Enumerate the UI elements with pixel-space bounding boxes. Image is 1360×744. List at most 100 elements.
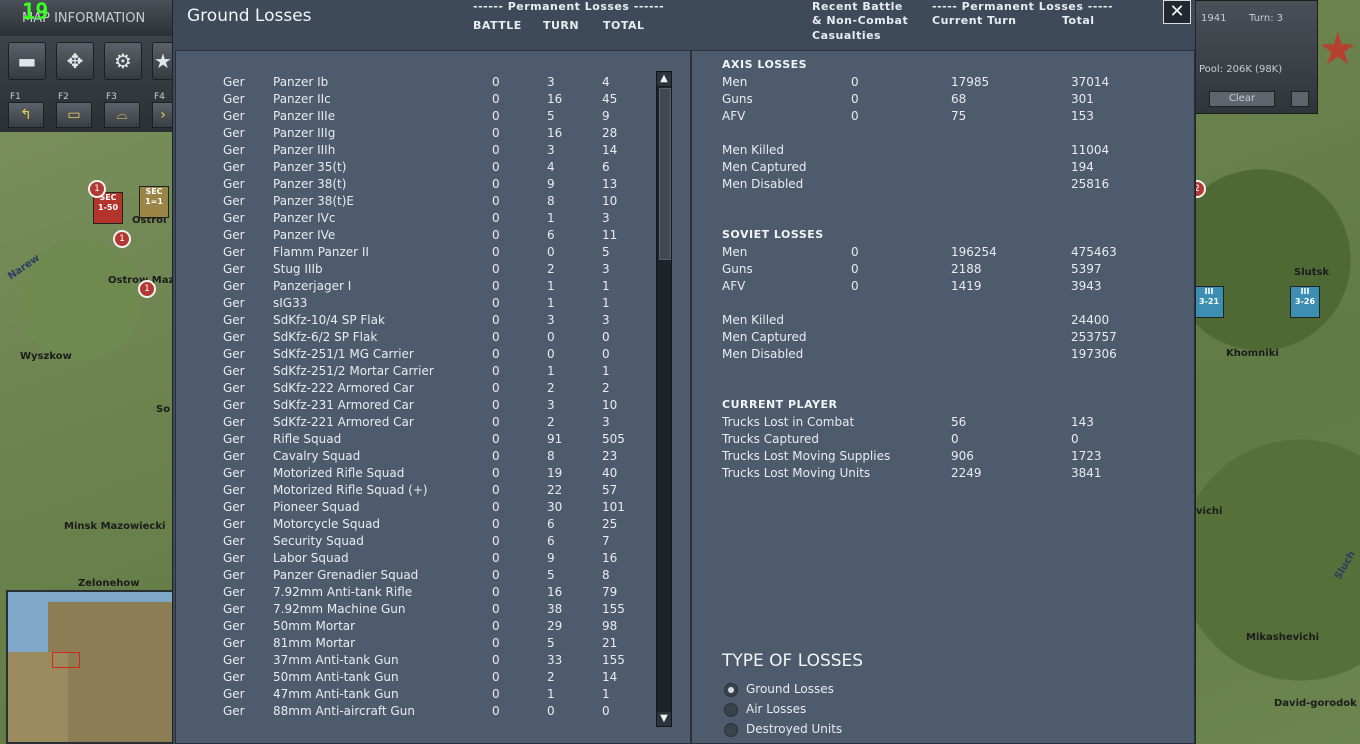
total-cell: 7 [602, 534, 610, 548]
turn-cell: 8 [547, 194, 555, 208]
total-cell: 98 [602, 619, 618, 633]
soviet-star-icon: ★ [1318, 24, 1358, 75]
gear-icon[interactable]: ⚙ [104, 42, 142, 80]
equipment-name-cell: Cavalry Squad [273, 449, 361, 463]
radio-icon[interactable] [724, 703, 738, 717]
map-unit[interactable]: SEC 1=1 [139, 186, 169, 218]
turn-cell: 2 [547, 670, 555, 684]
battle-cell: 0 [492, 177, 500, 191]
total-cell: 101 [602, 500, 625, 514]
radio-icon[interactable] [724, 723, 738, 737]
equipment-name-cell: 47mm Anti-tank Gun [273, 687, 399, 701]
equipment-name-cell: SdKfz-6/2 SP Flak [273, 330, 378, 344]
turn-cell: 16 [547, 126, 563, 140]
close-button[interactable]: ✕ [1163, 0, 1191, 24]
battle-cell: 0 [492, 364, 500, 378]
turn-cell: 9 [547, 177, 555, 191]
total-cell: 6 [602, 160, 610, 174]
battle-cell: 0 [492, 602, 500, 616]
battle-cell: 0 [492, 670, 500, 684]
map-label-slutsk: Slutsk [1294, 267, 1330, 278]
map-marker[interactable]: 1 [113, 230, 131, 248]
equipment-name-cell: SdKfz-10/4 SP Flak [273, 313, 385, 327]
fkey-label: F1 [10, 92, 21, 102]
battle-cell: 0 [492, 296, 500, 310]
clear-button[interactable]: Clear [1209, 91, 1275, 107]
equipment-name-cell: Panzer IIIg [273, 126, 336, 140]
total-column-header: TOTAL [603, 19, 645, 32]
nationality-cell: Ger [223, 449, 245, 463]
star-icon[interactable]: ★ [152, 42, 174, 80]
tank-icon[interactable]: ▬ [8, 42, 46, 80]
battle-cell: 0 [492, 143, 500, 157]
turn-cell: 1 [547, 279, 555, 293]
minimap-viewport[interactable] [52, 652, 80, 668]
turn-cell: 0 [547, 245, 555, 259]
nationality-cell: Ger [223, 92, 245, 106]
battle-cell: 0 [492, 449, 500, 463]
battle-cell: 0 [492, 568, 500, 582]
nationality-cell: Ger [223, 279, 245, 293]
undo-icon[interactable]: ↰ [8, 102, 44, 128]
total-cell: 3 [602, 313, 610, 327]
total-cell: 3 [602, 211, 610, 225]
radio-selected-icon[interactable] [724, 683, 738, 697]
map-marker[interactable]: 1 [138, 280, 156, 298]
move-icon[interactable]: ✥ [56, 42, 94, 80]
turn-cell: 1 [547, 211, 555, 225]
equipment-name-cell: Panzer 35(t) [273, 160, 347, 174]
map-label-khomniki: Khomniki [1226, 348, 1279, 359]
toggle-button[interactable] [1291, 91, 1309, 107]
fkey-label: F3 [106, 92, 117, 102]
nationality-cell: Ger [223, 636, 245, 650]
equipment-losses-list[interactable]: Ger Panzer Ib 0 3 4 Ger Panzer IIc 0 16 45 Ger Panz… [175, 50, 691, 744]
dialog-header: Ground Losses ------ Permanent Losses --… [173, 0, 1195, 50]
map-unit[interactable]: III 3-26 [1290, 286, 1320, 318]
nationality-cell: Ger [223, 194, 245, 208]
battle-cell: 0 [492, 636, 500, 650]
total-cell: 1 [602, 364, 610, 378]
total-cell: 79 [602, 585, 618, 599]
turn-cell: 6 [547, 228, 555, 242]
map-marker[interactable]: 1 [88, 180, 106, 198]
battle-cell: 0 [492, 585, 500, 599]
nationality-cell: Ger [223, 347, 245, 361]
turn-cell: 5 [547, 568, 555, 582]
battle-cell: 0 [492, 109, 500, 123]
ship-icon[interactable]: ⌓ [104, 102, 140, 128]
total-cell: 45 [602, 92, 618, 106]
total-cell: 1 [602, 279, 610, 293]
equipment-name-cell: 37mm Anti-tank Gun [273, 653, 399, 667]
left-group-header: ------ Permanent Losses ------ [473, 0, 665, 13]
equipment-name-cell: Panzer IVe [273, 228, 336, 242]
map-unit[interactable]: III 3-21 [1194, 286, 1224, 318]
battle-cell: 0 [492, 313, 500, 327]
turn-cell: 16 [547, 92, 563, 106]
battle-cell: 0 [492, 262, 500, 276]
battle-cell: 0 [492, 534, 500, 548]
turn-cell: 0 [547, 704, 555, 718]
train-icon[interactable]: ▭ [56, 102, 92, 128]
battle-cell: 0 [492, 330, 500, 344]
total-cell: 57 [602, 483, 618, 497]
scroll-thumb[interactable] [659, 88, 671, 260]
scroll-down-icon[interactable]: ▼ [657, 712, 671, 726]
equipment-name-cell: SdKfz-222 Armored Car [273, 381, 414, 395]
total-cell: 8 [602, 568, 610, 582]
nationality-cell: Ger [223, 534, 245, 548]
equipment-name-cell: Flamm Panzer II [273, 245, 369, 259]
equipment-name-cell: Security Squad [273, 534, 364, 548]
toolbar-more-icon[interactable]: › [152, 102, 174, 128]
total-cell: 2 [602, 381, 610, 395]
turn-cell: 1 [547, 364, 555, 378]
turn-cell: 29 [547, 619, 563, 633]
battle-cell: 0 [492, 126, 500, 140]
nationality-cell: Ger [223, 245, 245, 259]
turn-cell: 3 [547, 143, 555, 157]
scroll-up-icon[interactable]: ▲ [657, 72, 671, 86]
turn-label: Turn: 3 [1249, 13, 1284, 24]
battle-cell: 0 [492, 75, 500, 89]
nationality-cell: Ger [223, 704, 245, 718]
minimap[interactable] [6, 590, 174, 744]
list-scrollbar[interactable]: ▲ ▼ [656, 71, 672, 727]
